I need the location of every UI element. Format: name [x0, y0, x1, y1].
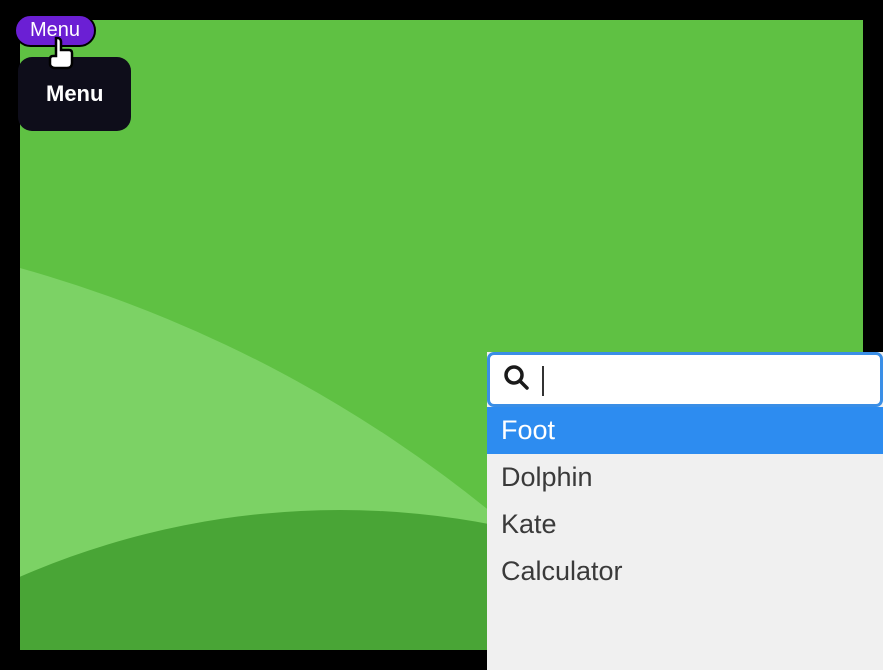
search-icon [502, 363, 530, 396]
result-item[interactable]: Foot [487, 407, 883, 454]
tooltip-label: Menu [46, 81, 103, 106]
result-item[interactable]: Dolphin [487, 454, 883, 501]
result-item[interactable]: Calculator [487, 548, 883, 595]
search-input[interactable] [542, 364, 877, 395]
text-caret [542, 366, 544, 396]
result-item[interactable]: Kate [487, 501, 883, 548]
menu-button[interactable]: Menu [14, 14, 96, 47]
application-launcher-panel: Foot Dolphin Kate Calculator [487, 352, 883, 670]
menu-tooltip: Menu [18, 57, 131, 131]
search-results-list: Foot Dolphin Kate Calculator [487, 407, 883, 595]
search-field-wrapper[interactable] [487, 352, 883, 407]
